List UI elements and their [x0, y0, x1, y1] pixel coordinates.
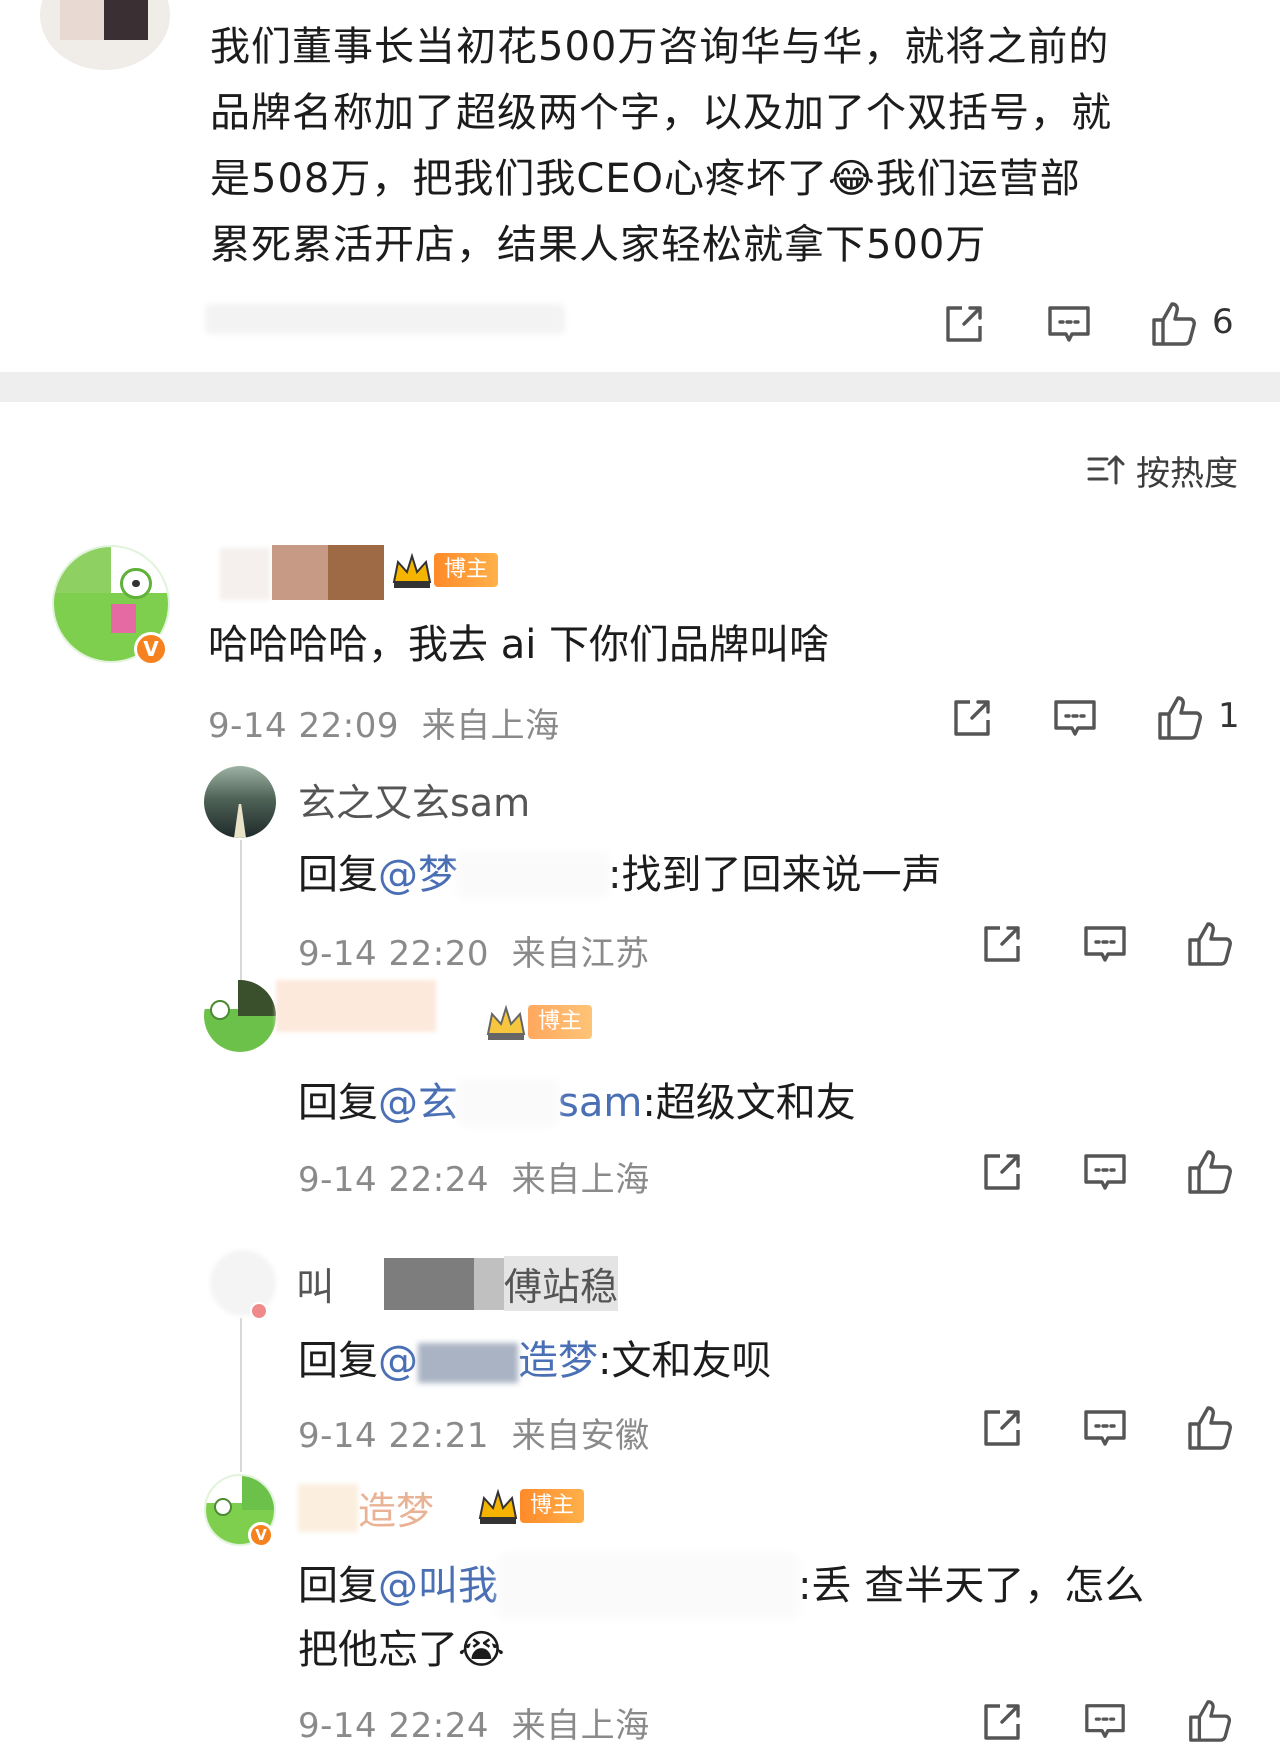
laugh-cry-emoji-icon: 😂	[828, 156, 876, 202]
reply-prefix: 回复	[298, 1080, 378, 1126]
share-icon[interactable]	[950, 696, 994, 744]
reply-meta: 9-14 22:20 来自江苏	[298, 926, 650, 975]
like-thumb-icon[interactable]	[1148, 298, 1198, 352]
reply-prefix: 回复	[298, 1563, 378, 1609]
like-thumb-icon[interactable]	[1184, 1402, 1234, 1456]
mention-blurred	[458, 852, 608, 898]
share-icon[interactable]	[980, 1406, 1024, 1454]
post-author-avatar[interactable]	[40, 0, 170, 70]
reply-author-name-part: 叫	[296, 1265, 335, 1309]
comment-location: 来自上海	[421, 706, 560, 746]
reply-prefix: 回复	[298, 1338, 378, 1384]
reply-time: 9-14 22:24	[298, 1160, 489, 1200]
reply-meta: 9-14 22:24 来自上海	[298, 1698, 650, 1744]
mention-link[interactable]: @ 造梦	[378, 1338, 598, 1384]
reply-body: :找到了回来说一声	[608, 852, 942, 898]
reply-location: 来自江苏	[511, 934, 650, 974]
blogger-badge-label: 博主	[528, 1005, 593, 1039]
crying-emoji-icon: 😭	[458, 1627, 505, 1673]
reply-avatar[interactable]	[204, 980, 276, 1052]
comment-like-count: 1	[1218, 696, 1240, 736]
comment-time: 9-14 22:09	[208, 706, 399, 746]
crown-icon	[390, 550, 434, 590]
reply-body: :超级文和友	[642, 1080, 856, 1126]
comment-icon[interactable]	[1082, 922, 1128, 972]
verified-badge-icon: V	[248, 1522, 274, 1548]
reply-text-line-1: 回复@叫我 :丢 查半天了，怎么	[298, 1554, 1238, 1618]
reply-text: 回复@玄 sam:超级文和友	[298, 1070, 856, 1128]
thread-line	[240, 840, 242, 992]
reply-meta: 9-14 22:21 来自安徽	[298, 1408, 650, 1457]
thread-line	[240, 1318, 242, 1472]
comment-icon[interactable]	[1082, 1700, 1128, 1744]
verified-badge-icon: V	[134, 632, 168, 666]
reply-author-name[interactable]: 玄之又玄sam	[298, 772, 530, 827]
reply-author-name-blurred[interactable]	[276, 980, 436, 1032]
post-like-count: 6	[1212, 302, 1234, 342]
comment-icon[interactable]	[1082, 1406, 1128, 1456]
like-thumb-icon[interactable]	[1184, 918, 1234, 972]
name-pixel-block	[272, 545, 328, 600]
share-icon[interactable]	[980, 1150, 1024, 1198]
reply-author-name-part: 造梦	[358, 1489, 435, 1533]
sort-toggle[interactable]: 按热度	[1086, 446, 1238, 495]
blogger-badge: 博主	[476, 1486, 585, 1526]
post-meta-blurred	[205, 304, 565, 334]
reply-prefix: 回复	[298, 852, 378, 898]
reply-time: 9-14 22:20	[298, 934, 489, 974]
comment-meta: 9-14 22:09 来自上海	[208, 698, 560, 747]
reply-time: 9-14 22:21	[298, 1416, 489, 1456]
comment-icon[interactable]	[1052, 696, 1098, 746]
post-text-line-2: 品牌名称加了超级两个字，以及加了个双括号，就	[210, 90, 1112, 136]
reply-location: 来自上海	[511, 1160, 650, 1200]
like-thumb-icon[interactable]	[1184, 1696, 1234, 1744]
post-text-line-3: 是508万，把我们我CEO心疼坏了😂我们运营部	[210, 156, 1081, 202]
reply-author-name[interactable]: 造梦	[298, 1480, 434, 1535]
comment-icon[interactable]	[1082, 1150, 1128, 1200]
section-divider	[0, 372, 1280, 402]
mention-link[interactable]: @梦	[378, 852, 458, 898]
reply-author-name[interactable]: 叫 傅站稳	[296, 1256, 619, 1311]
mention-link[interactable]: @玄 sam	[378, 1080, 642, 1126]
sort-label: 按热度	[1136, 454, 1238, 494]
crown-icon	[476, 1486, 520, 1526]
reply-avatar[interactable]	[204, 766, 276, 838]
post-text: 我们董事长当初花500万咨询华与华，就将之前的 品牌名称加了超级两个字，以及加了…	[210, 14, 1250, 278]
name-pixel-block	[474, 1257, 505, 1310]
commenter-name-blurred[interactable]	[220, 548, 270, 600]
reply-body: :文和友呗	[598, 1338, 772, 1384]
reply-text-line-2: 把他忘了😭	[298, 1618, 1238, 1682]
comment-icon[interactable]	[1046, 302, 1092, 352]
post-text-line-4: 累死累活开店，结果人家轻松就拿下500万	[210, 222, 987, 268]
reply-meta: 9-14 22:24 来自上海	[298, 1152, 650, 1201]
share-icon[interactable]	[980, 922, 1024, 970]
reply-time: 9-14 22:24	[298, 1706, 489, 1744]
blogger-badge-label: 博主	[520, 1489, 585, 1523]
reply-location: 来自安徽	[511, 1416, 650, 1456]
post-text-line-1: 我们董事长当初花500万咨询华与华，就将之前的	[210, 24, 1110, 70]
blogger-badge-label: 博主	[434, 553, 499, 587]
sort-hot-icon	[1086, 449, 1126, 493]
reply-location: 来自上海	[511, 1706, 650, 1744]
blogger-badge: 博主	[484, 1002, 593, 1042]
reply-text: 回复@梦 :找到了回来说一声	[298, 842, 941, 900]
reply-body: :丢 查半天了，怎么	[798, 1563, 1145, 1609]
reply-body: 把他忘了	[298, 1627, 458, 1673]
blogger-badge: 博主	[390, 550, 499, 590]
reply-text: 回复@叫我 :丢 查半天了，怎么 把他忘了😭	[298, 1554, 1238, 1682]
crown-icon	[484, 1002, 528, 1042]
share-icon[interactable]	[942, 302, 986, 350]
like-thumb-icon[interactable]	[1154, 692, 1204, 746]
status-dot	[250, 1302, 268, 1320]
reply-text: 回复@ 造梦:文和友呗	[298, 1328, 771, 1386]
comment-text: 哈哈哈哈，我去 ai 下你们品牌叫啥	[208, 622, 830, 668]
name-pixel-block	[328, 545, 384, 600]
share-icon[interactable]	[980, 1700, 1024, 1744]
reply-author-name-part: 傅站稳	[504, 1256, 619, 1311]
like-thumb-icon[interactable]	[1184, 1146, 1234, 1200]
mention-link[interactable]: @叫我	[378, 1563, 498, 1609]
name-pixel-block	[384, 1257, 475, 1310]
